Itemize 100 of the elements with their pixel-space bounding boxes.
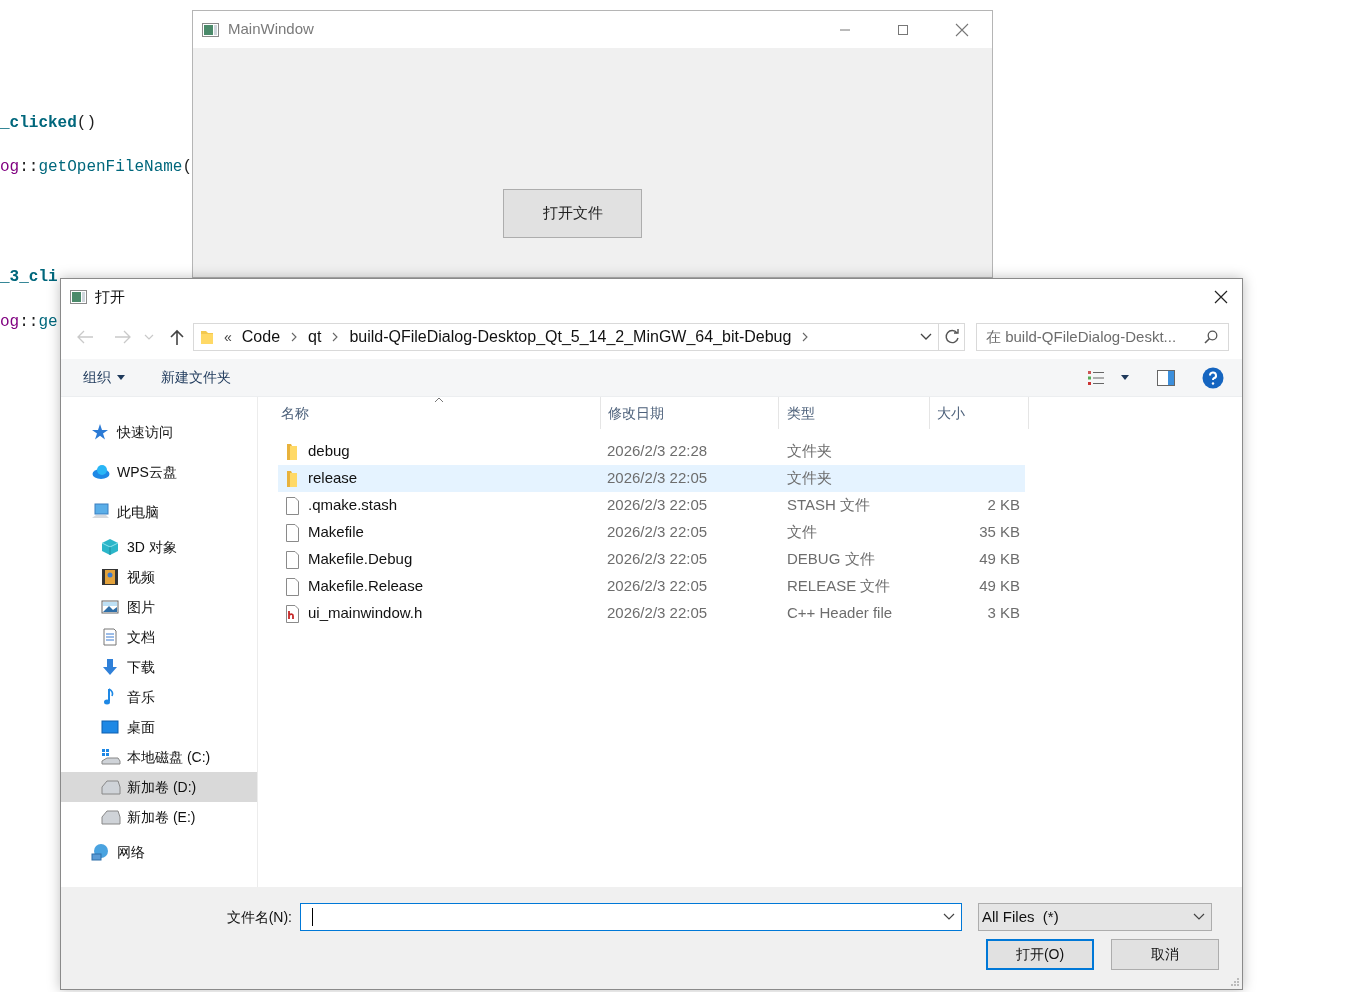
help-icon[interactable] bbox=[1202, 366, 1224, 389]
dialog-title: 打开 bbox=[95, 286, 125, 307]
dialog-button[interactable]: 打开(O) bbox=[986, 939, 1094, 970]
folder-icon bbox=[285, 469, 299, 488]
breadcrumb-item[interactable]: build-QFileDialog-Desktop_Qt_5_14_2_MinGW_64_bit-Debug bbox=[349, 325, 792, 349]
search-field[interactable]: 在 build-QFileDialog-Deskt... bbox=[976, 323, 1229, 351]
column-header[interactable]: 名称 bbox=[278, 397, 600, 429]
desktop-icon bbox=[101, 718, 121, 736]
view-options-icon[interactable] bbox=[1087, 369, 1105, 386]
modified-date: 2026/2/3 22:05 bbox=[606, 522, 709, 543]
breadcrumb-item[interactable]: qt bbox=[308, 325, 322, 349]
refresh-icon[interactable] bbox=[943, 329, 960, 345]
sidebar-item[interactable]: 此电脑 bbox=[61, 492, 257, 532]
chevron-down-icon bbox=[1193, 913, 1205, 921]
modified-date: 2026/2/3 22:28 bbox=[606, 441, 709, 462]
file-name: Makefile.Debug bbox=[308, 549, 413, 570]
file-name: ui_mainwindow.h bbox=[308, 603, 423, 624]
chevron-right-icon[interactable] bbox=[332, 332, 339, 342]
drive-icon bbox=[101, 808, 121, 826]
drive-icon bbox=[101, 778, 121, 796]
file-icon bbox=[285, 577, 299, 596]
file-row[interactable]: debug 2026/2/3 22:28 文件夹 bbox=[278, 438, 1025, 465]
close-icon[interactable] bbox=[1214, 290, 1228, 304]
caret-down-icon bbox=[117, 375, 125, 380]
sidebar-item[interactable]: 文档 bbox=[61, 622, 257, 652]
film-icon bbox=[101, 568, 121, 586]
caret-down-icon[interactable] bbox=[1121, 375, 1129, 380]
column-header[interactable]: 修改日期 bbox=[600, 397, 778, 429]
file-size: 2 KB bbox=[986, 495, 1021, 516]
code-line: og::getOpenFileName( bbox=[0, 157, 193, 178]
file-name: Makefile.Release bbox=[308, 576, 424, 597]
dropdown-value: All Files (*) bbox=[982, 906, 1060, 927]
modified-date: 2026/2/3 22:05 bbox=[606, 576, 709, 597]
sidebar-item[interactable]: 3D 对象 bbox=[61, 532, 257, 562]
file-type: STASH 文件 bbox=[786, 495, 872, 516]
file-icon bbox=[285, 550, 299, 569]
file-type-dropdown[interactable]: All Files (*) bbox=[978, 903, 1212, 931]
window-title: MainWindow bbox=[228, 19, 314, 40]
file-name-field[interactable] bbox=[300, 903, 962, 931]
file-type: C++ Header file bbox=[786, 603, 894, 624]
sidebar-item[interactable]: 下载 bbox=[61, 652, 257, 682]
sidebar-item[interactable]: 视频 bbox=[61, 562, 257, 592]
chevron-down-icon[interactable] bbox=[920, 333, 932, 341]
modified-date: 2026/2/3 22:05 bbox=[606, 468, 709, 489]
header-file-icon bbox=[285, 604, 299, 623]
file-type: 文件夹 bbox=[786, 468, 833, 489]
column-header[interactable]: 类型 bbox=[778, 397, 929, 429]
file-row[interactable]: Makefile.Debug 2026/2/3 22:05 DEBUG 文件 49 KB bbox=[278, 546, 1025, 573]
sidebar-item[interactable]: 音乐 bbox=[61, 682, 257, 712]
sidebar-item[interactable]: 新加卷 (D:) bbox=[61, 772, 257, 802]
open-file-button[interactable]: 打开文件 bbox=[503, 189, 642, 238]
maximize-icon[interactable] bbox=[897, 23, 909, 36]
sidebar-item[interactable]: 新加卷 (E:) bbox=[61, 802, 257, 832]
file-type: RELEASE 文件 bbox=[786, 576, 892, 597]
file-row[interactable]: Makefile 2026/2/3 22:05 文件 35 KB bbox=[278, 519, 1025, 546]
code-line: og::ge bbox=[0, 312, 58, 333]
new-folder-button[interactable]: 新建文件夹 bbox=[161, 367, 231, 388]
file-name: release bbox=[308, 468, 358, 489]
preview-pane-icon[interactable] bbox=[1157, 369, 1175, 386]
network-icon bbox=[91, 843, 111, 861]
file-type: DEBUG 文件 bbox=[786, 549, 876, 570]
column-header[interactable]: 大小 bbox=[929, 397, 1029, 429]
sidebar-item[interactable]: 网络 bbox=[61, 832, 257, 872]
chevron-right-icon[interactable] bbox=[291, 332, 298, 342]
drive-windows-icon bbox=[101, 748, 121, 766]
picture-icon bbox=[101, 598, 121, 616]
sidebar-item[interactable]: 本地磁盘 (C:) bbox=[61, 742, 257, 772]
file-size: 49 KB bbox=[978, 576, 1021, 597]
file-type: 文件夹 bbox=[786, 441, 833, 462]
window-icon bbox=[202, 22, 219, 37]
sidebar-item[interactable]: 快速访问 bbox=[61, 412, 257, 452]
cloud-icon bbox=[91, 463, 111, 481]
cube-icon bbox=[101, 538, 121, 556]
search-icon bbox=[1204, 330, 1218, 344]
chevron-right-icon[interactable] bbox=[802, 332, 809, 342]
file-size: 49 KB bbox=[978, 549, 1021, 570]
code-line: _3_cli bbox=[0, 267, 58, 288]
sidebar-item[interactable]: WPS云盘 bbox=[61, 452, 257, 492]
file-name: Makefile bbox=[308, 522, 364, 543]
window-icon bbox=[70, 290, 87, 304]
file-size: 3 KB bbox=[986, 603, 1021, 624]
text-cursor bbox=[312, 908, 313, 926]
up-arrow-icon[interactable] bbox=[170, 329, 184, 345]
dialog-button[interactable]: 取消 bbox=[1111, 939, 1219, 970]
sidebar-item[interactable]: 桌面 bbox=[61, 712, 257, 742]
resize-grip-icon[interactable] bbox=[1230, 977, 1240, 987]
file-icon bbox=[285, 496, 299, 515]
breadcrumb-overflow[interactable]: « bbox=[224, 326, 232, 348]
modified-date: 2026/2/3 22:05 bbox=[606, 495, 709, 516]
file-row[interactable]: ui_mainwindow.h 2026/2/3 22:05 C++ Header file 3 KB bbox=[278, 600, 1025, 627]
file-row[interactable]: .qmake.stash 2026/2/3 22:05 STASH 文件 2 KB bbox=[278, 492, 1025, 519]
file-row[interactable]: release 2026/2/3 22:05 文件夹 bbox=[278, 465, 1025, 492]
sidebar-item[interactable]: 图片 bbox=[61, 592, 257, 622]
file-icon bbox=[285, 523, 299, 542]
field-label: 文件名(N): bbox=[225, 907, 293, 927]
file-row[interactable]: Makefile.Release 2026/2/3 22:05 RELEASE 文件 49 KB bbox=[278, 573, 1025, 600]
file-size: 35 KB bbox=[978, 522, 1021, 543]
breadcrumb-item[interactable]: Code bbox=[241, 325, 281, 349]
chevron-down-icon[interactable] bbox=[943, 913, 955, 921]
organize-button[interactable]: 组织 bbox=[83, 367, 125, 388]
